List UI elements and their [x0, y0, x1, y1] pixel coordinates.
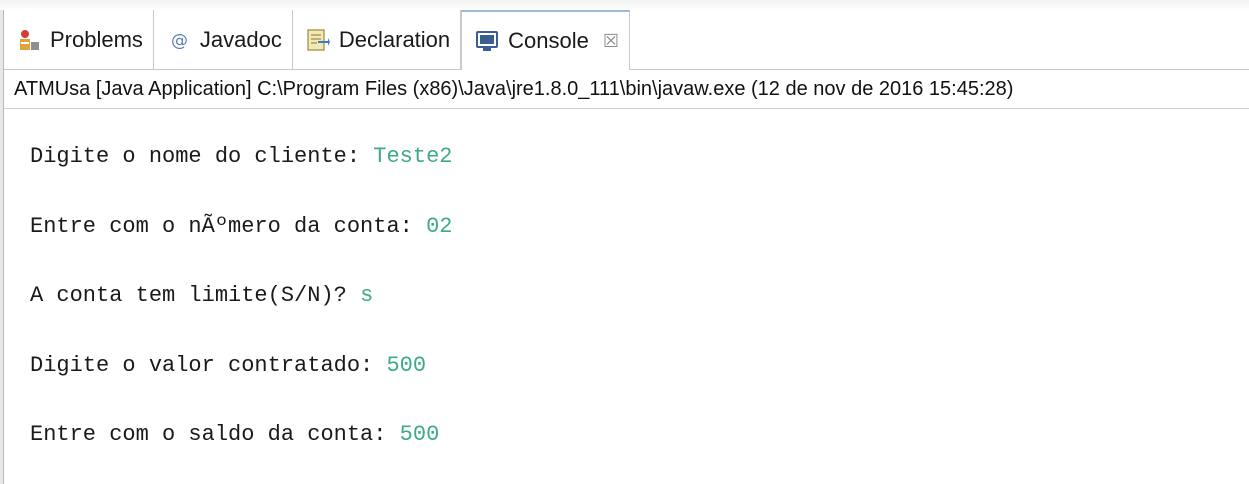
view-tab-bar: Problems @ Javadoc Declaration Console ☒ — [4, 10, 1249, 70]
tab-console-label: Console — [508, 28, 589, 53]
console-prompt: Digite o nome do cliente: — [30, 144, 374, 169]
console-line: Entre com o saldo da conta: 500 — [30, 421, 1249, 484]
svg-text:@: @ — [171, 31, 188, 51]
console-user-input: s — [360, 283, 374, 308]
problems-icon — [16, 27, 42, 53]
tab-declaration[interactable]: Declaration — [292, 10, 462, 70]
console-line: Digite o valor contratado: 500 — [30, 352, 1249, 422]
console-line: A conta tem limite(S/N)? s — [30, 282, 1249, 352]
console-output[interactable]: Digite o nome do cliente: Teste2 Entre c… — [4, 109, 1249, 484]
tabbar-empty-area — [630, 10, 1249, 70]
tab-javadoc[interactable]: @ Javadoc — [153, 10, 293, 70]
javadoc-icon: @ — [166, 27, 192, 53]
tab-console[interactable]: Console ☒ — [461, 10, 631, 70]
console-line: Digite o nome do cliente: Teste2 — [30, 143, 1249, 213]
tab-problems[interactable]: Problems — [4, 10, 154, 70]
console-prompt: A conta tem limite(S/N)? — [30, 283, 361, 308]
tabbar-top-shadow — [0, 0, 1249, 10]
close-icon[interactable]: ☒ — [603, 31, 619, 52]
console-process-label: ATMUsa [Java Application] C:\Program Fil… — [4, 70, 1249, 109]
tab-javadoc-label: Javadoc — [199, 26, 282, 52]
console-prompt: Entre com o nÃºmero da conta: — [30, 213, 427, 239]
console-user-input: Teste2 — [373, 144, 453, 169]
console-prompt: Entre com o saldo da conta: — [30, 422, 400, 447]
console-prompt: Digite o valor contratado: — [30, 352, 387, 378]
console-user-input: 500 — [399, 422, 440, 447]
console-user-input: 02 — [426, 213, 453, 239]
console-user-input: 500 — [386, 352, 427, 378]
tab-problems-label: Problems — [50, 26, 143, 52]
tab-declaration-label: Declaration — [338, 26, 451, 52]
declaration-icon — [305, 27, 331, 53]
console-icon — [474, 28, 500, 54]
console-line: Entre com o nÃºmero da conta: 02 — [30, 213, 1249, 283]
